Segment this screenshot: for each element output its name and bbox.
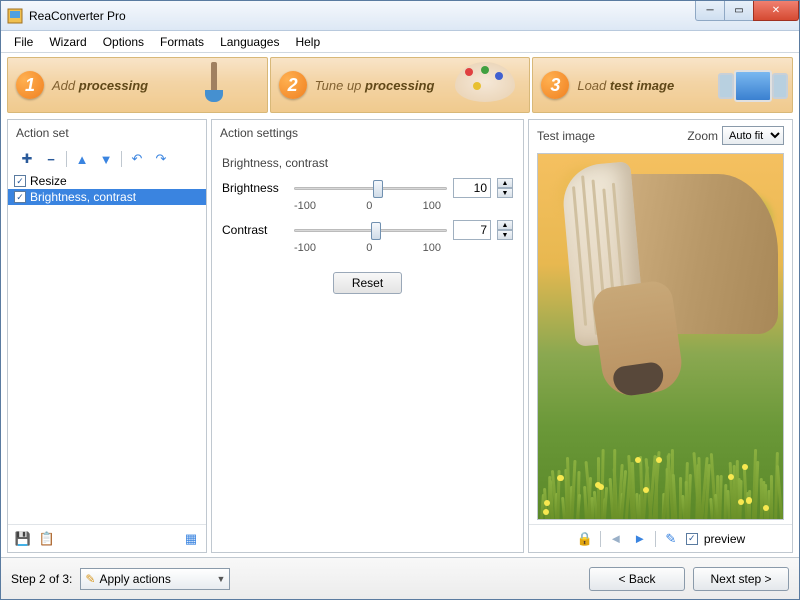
step-indicator: Step 2 of 3: — [11, 572, 72, 586]
zoom-label: Zoom — [687, 129, 718, 143]
apply-icon: ✎ — [85, 572, 95, 586]
action-set-toolbar: ✚ − ▲ ▼ ↶ ↷ — [8, 146, 206, 172]
undo-button[interactable]: ↶ — [128, 150, 146, 168]
settings-group-title: Brightness, contrast — [222, 156, 513, 170]
list-item[interactable]: ✓ Brightness, contrast — [8, 189, 206, 205]
menu-options[interactable]: Options — [96, 33, 151, 51]
action-mode-combo[interactable]: ✎ Apply actions ▼ — [80, 568, 230, 590]
menu-help[interactable]: Help — [288, 33, 327, 51]
action-settings-header: Action settings — [212, 120, 523, 146]
brightness-slider[interactable] — [294, 178, 447, 198]
step-strip: 1 Add processing 2 Tune up processing 3 … — [1, 55, 799, 115]
preview-toolbar: 🔒 ◄ ► ✎ ✓ preview — [529, 524, 792, 552]
reset-button[interactable]: Reset — [333, 272, 402, 294]
contrast-input[interactable] — [453, 220, 491, 240]
test-image-panel: Test image Zoom Auto fit — [528, 119, 793, 553]
next-image-button[interactable]: ► — [631, 530, 649, 548]
menubar: File Wizard Options Formats Languages He… — [1, 31, 799, 53]
chevron-down-icon: ▼ — [216, 574, 225, 584]
test-image-header: Test image — [537, 129, 595, 143]
step-tune-up[interactable]: 2 Tune up processing — [270, 57, 531, 113]
maximize-button[interactable]: ▭ — [724, 1, 754, 21]
step-number-2: 2 — [279, 71, 307, 99]
move-up-button[interactable]: ▲ — [73, 150, 91, 168]
menu-wizard[interactable]: Wizard — [42, 33, 93, 51]
lock-icon[interactable]: 🔒 — [576, 530, 594, 548]
close-button[interactable]: ✕ — [753, 1, 799, 21]
step-number-3: 3 — [541, 71, 569, 99]
prev-image-button[interactable]: ◄ — [607, 530, 625, 548]
contrast-label: Contrast — [222, 223, 288, 237]
contrast-slider[interactable] — [294, 220, 447, 240]
preview-checkbox-label: preview — [704, 532, 745, 546]
brush-icon — [193, 62, 263, 110]
minimize-button[interactable]: ─ — [695, 1, 725, 21]
list-item[interactable]: ✓ Resize — [8, 173, 206, 189]
action-list: ✓ Resize ✓ Brightness, contrast — [8, 172, 206, 524]
manage-sets-button[interactable]: ▦ — [182, 530, 200, 548]
menu-languages[interactable]: Languages — [213, 33, 286, 51]
load-set-button[interactable]: 📋 — [38, 530, 56, 548]
action-set-panel: Action set ✚ − ▲ ▼ ↶ ↷ ✓ Resize ✓ Bright… — [7, 119, 207, 553]
bottom-bar: Step 2 of 3: ✎ Apply actions ▼ < Back Ne… — [1, 557, 799, 599]
palette-icon — [455, 62, 525, 110]
next-step-button[interactable]: Next step > — [693, 567, 789, 591]
action-set-header: Action set — [8, 120, 206, 146]
window-title: ReaConverter Pro — [29, 9, 696, 23]
checkbox-icon[interactable]: ✓ — [14, 175, 26, 187]
menu-formats[interactable]: Formats — [153, 33, 211, 51]
brightness-spinner[interactable]: ▲▼ — [497, 178, 513, 198]
list-item-label: Resize — [30, 174, 67, 188]
brightness-label: Brightness — [222, 181, 288, 195]
titlebar: ReaConverter Pro ─ ▭ ✕ — [1, 1, 799, 31]
list-item-label: Brightness, contrast — [30, 190, 136, 204]
step-number-1: 1 — [16, 71, 44, 99]
menu-file[interactable]: File — [7, 33, 40, 51]
step-load-test-image[interactable]: 3 Load test image — [532, 57, 793, 113]
contrast-spinner[interactable]: ▲▼ — [497, 220, 513, 240]
monitor-icon — [718, 62, 788, 110]
zoom-select[interactable]: Auto fit — [722, 126, 784, 145]
redo-button[interactable]: ↷ — [152, 150, 170, 168]
app-icon — [7, 8, 23, 24]
preview-checkbox[interactable]: ✓ — [686, 533, 698, 545]
brightness-input[interactable] — [453, 178, 491, 198]
step-add-processing[interactable]: 1 Add processing — [7, 57, 268, 113]
add-action-button[interactable]: ✚ — [18, 150, 36, 168]
back-button[interactable]: < Back — [589, 567, 685, 591]
preview-image — [537, 153, 784, 520]
save-set-button[interactable]: 💾 — [14, 530, 32, 548]
remove-action-button[interactable]: − — [42, 150, 60, 168]
action-settings-panel: Action settings Brightness, contrast Bri… — [211, 119, 524, 553]
checkbox-icon[interactable]: ✓ — [14, 191, 26, 203]
action-set-footer: 💾 📋 ▦ — [8, 524, 206, 552]
app-window: ReaConverter Pro ─ ▭ ✕ File Wizard Optio… — [0, 0, 800, 600]
move-down-button[interactable]: ▼ — [97, 150, 115, 168]
refresh-preview-button[interactable]: ✎ — [662, 530, 680, 548]
